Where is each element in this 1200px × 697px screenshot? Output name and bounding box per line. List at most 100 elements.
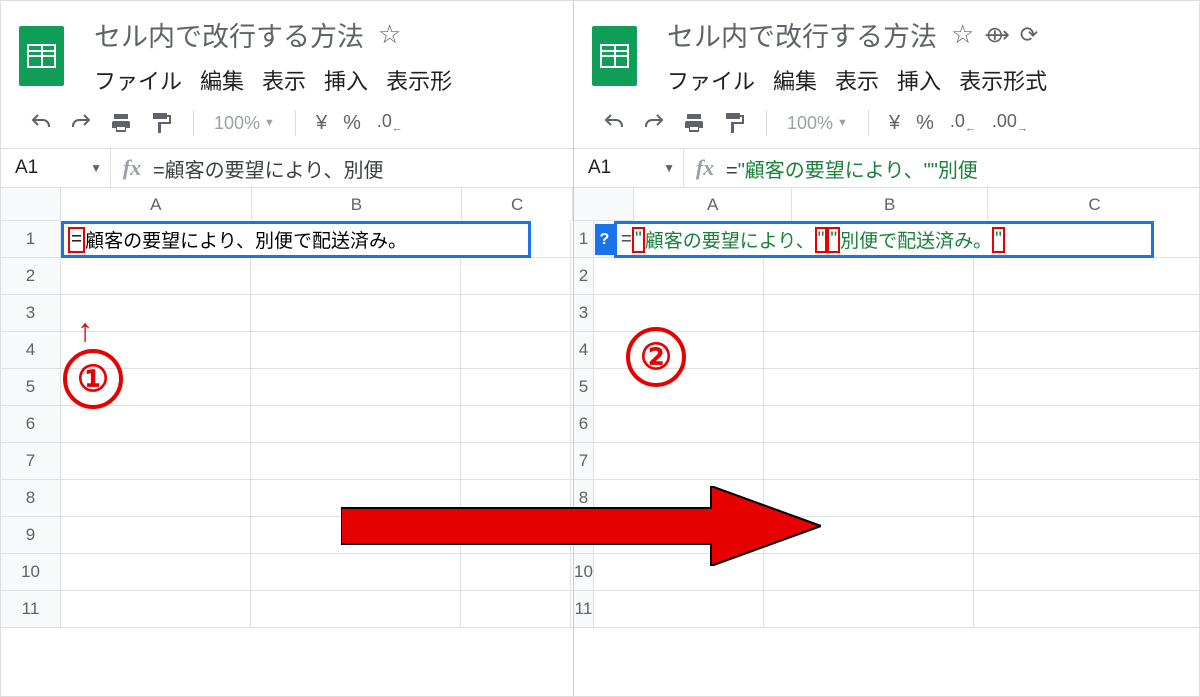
cell[interactable] [251,443,461,479]
active-cell-edit[interactable]: ? ="顧客の要望により、""別便で配送済み。" [614,221,1154,258]
row-header[interactable]: 5 [1,369,60,406]
row-header[interactable]: 4 [1,332,60,369]
cell[interactable] [974,406,1200,442]
menu-format[interactable]: 表示形式 [959,64,1047,96]
star-icon[interactable]: ☆ [378,19,401,50]
menu-format[interactable]: 表示形 [386,64,452,96]
cell[interactable] [594,406,764,442]
cell[interactable] [61,258,251,294]
active-cell-edit[interactable]: =顧客の要望により、別便で配送済み。 [61,221,531,258]
cell[interactable] [61,406,251,442]
cell[interactable] [764,258,974,294]
cell[interactable] [251,369,461,405]
currency-button[interactable]: ¥ [889,112,900,135]
row-header[interactable]: 2 [1,258,60,295]
cell[interactable] [974,517,1200,553]
col-header-a[interactable]: A [634,188,792,221]
row-header[interactable]: 10 [1,554,60,591]
cell[interactable] [61,517,251,553]
cell[interactable] [461,591,571,627]
zoom-select[interactable]: 100% ▼ [214,113,275,134]
print-icon[interactable] [109,111,133,135]
cell[interactable] [974,554,1200,590]
cell[interactable] [251,295,461,331]
print-icon[interactable] [682,111,706,135]
currency-button[interactable]: ¥ [316,112,327,135]
cell[interactable] [251,591,461,627]
zoom-select[interactable]: 100% ▼ [787,113,848,134]
cell[interactable] [974,295,1200,331]
cell[interactable] [594,295,764,331]
menu-view[interactable]: 表示 [262,64,306,96]
cell[interactable] [974,443,1200,479]
name-box[interactable]: A1▼ [1,149,111,187]
menu-file[interactable]: ファイル [94,64,182,96]
menu-insert[interactable]: 挿入 [897,64,941,96]
cell[interactable] [61,443,251,479]
doc-title[interactable]: セル内で改行する方法 [94,15,364,54]
move-icon[interactable]: ⠀ [411,22,427,48]
row-header[interactable]: 9 [1,517,60,554]
doc-title[interactable]: セル内で改行する方法 [667,15,937,54]
decimal-dec-button[interactable]: .0← [377,111,403,135]
row-header[interactable]: 6 [574,406,593,443]
cell[interactable] [61,480,251,516]
cell[interactable] [974,591,1200,627]
cell[interactable] [461,295,571,331]
name-box[interactable]: A1▼ [574,149,684,187]
cell[interactable] [974,480,1200,516]
percent-button[interactable]: % [343,112,361,135]
redo-icon[interactable] [69,111,93,135]
row-header[interactable]: 11 [1,591,60,628]
redo-icon[interactable] [642,111,666,135]
paint-format-icon[interactable] [722,111,746,135]
cell[interactable] [764,369,974,405]
menu-edit[interactable]: 編集 [773,64,817,96]
decimal-dec-button[interactable]: .0← [950,111,976,135]
cell[interactable] [461,258,571,294]
cell[interactable] [251,406,461,442]
cell[interactable] [461,406,571,442]
decimal-inc-button[interactable]: .00→ [992,111,1028,135]
row-header[interactable]: 11 [574,591,593,628]
cell[interactable] [461,369,571,405]
row-header[interactable]: 1 [574,221,593,258]
paint-format-icon[interactable] [149,111,173,135]
move-icon[interactable]: ⟴ [984,22,1009,48]
row-header[interactable]: 2 [574,258,593,295]
formula-help-icon[interactable]: ? [595,224,614,255]
cloud-icon[interactable]: ⟳ [1020,22,1038,48]
row-header[interactable]: 8 [1,480,60,517]
cell[interactable] [764,443,974,479]
cell[interactable] [251,332,461,368]
cell[interactable] [974,332,1200,368]
menu-file[interactable]: ファイル [667,64,755,96]
cell[interactable] [461,332,571,368]
row-header[interactable]: 1 [1,221,60,258]
menu-view[interactable]: 表示 [835,64,879,96]
cell[interactable] [764,406,974,442]
cell[interactable] [974,369,1200,405]
cell[interactable] [251,258,461,294]
undo-icon[interactable] [29,111,53,135]
star-icon[interactable]: ☆ [951,19,974,50]
row-header[interactable]: 5 [574,369,593,406]
row-header[interactable]: 7 [1,443,60,480]
col-header-b[interactable]: B [792,188,988,221]
percent-button[interactable]: % [916,112,934,135]
cell[interactable] [764,591,974,627]
col-header-b[interactable]: B [252,188,463,221]
select-all-corner[interactable] [1,188,61,221]
menu-edit[interactable]: 編集 [200,64,244,96]
cell[interactable] [61,554,251,590]
cell[interactable] [61,591,251,627]
row-header[interactable]: 7 [574,443,593,480]
cell[interactable] [594,591,764,627]
row-header[interactable]: 4 [574,332,593,369]
row-header[interactable]: 6 [1,406,60,443]
row-header[interactable]: 3 [1,295,60,332]
col-header-a[interactable]: A [61,188,252,221]
row-header[interactable]: 3 [574,295,593,332]
cell[interactable] [764,295,974,331]
col-header-c[interactable]: C [988,188,1200,221]
